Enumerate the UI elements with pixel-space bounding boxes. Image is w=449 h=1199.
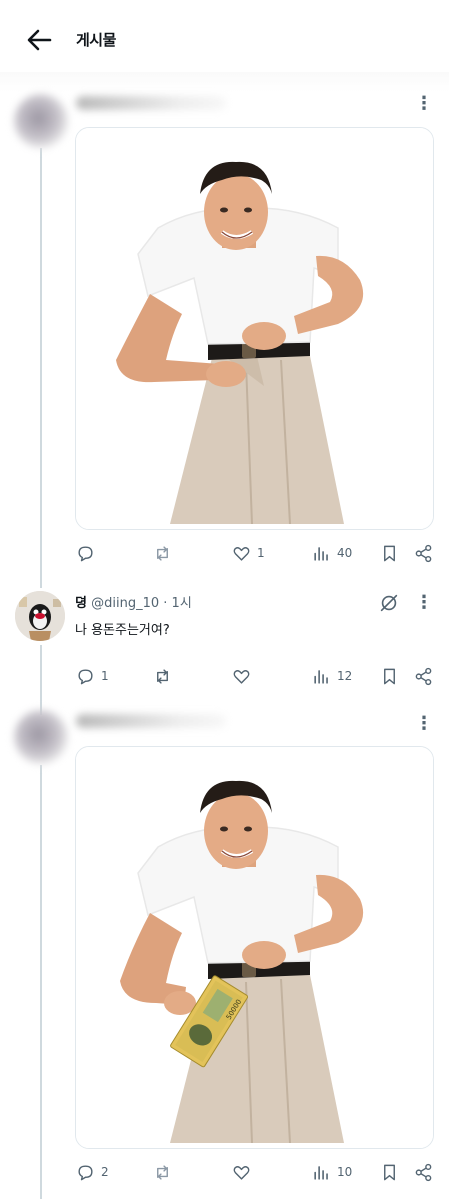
reply-button[interactable]: [76, 543, 101, 563]
repost-icon: [157, 1164, 168, 1180]
like-count: 1: [257, 546, 265, 560]
views-icon: [314, 1165, 328, 1180]
reply-count: 1: [101, 669, 109, 683]
post-time[interactable]: 1시: [172, 596, 192, 611]
more-options-icon[interactable]: ⋮: [415, 594, 433, 612]
back-arrow-icon[interactable]: [26, 28, 52, 52]
repost-icon: [157, 668, 168, 684]
repost-button[interactable]: [153, 543, 178, 563]
views-count: 12: [337, 669, 353, 683]
blurred-avatar[interactable]: [14, 710, 68, 764]
share-icon: [415, 544, 432, 562]
heart-icon: [233, 1165, 250, 1180]
reply-text: 나 용돈주는거여?: [75, 623, 170, 638]
bookmark-button[interactable]: [380, 543, 399, 563]
header-divider: [0, 72, 449, 92]
man-with-money-photo: 50000: [76, 747, 433, 1148]
top-bar: 게시물: [0, 0, 449, 80]
repost-button[interactable]: [153, 1162, 178, 1182]
share-button[interactable]: [414, 1162, 433, 1182]
views-count: 10: [337, 1165, 353, 1179]
reply-icon: [78, 545, 93, 561]
heart-icon: [233, 669, 250, 684]
reply-button[interactable]: 2: [76, 1162, 109, 1182]
post-image[interactable]: 50000: [75, 746, 434, 1149]
more-options-icon[interactable]: ⋮: [415, 715, 433, 733]
like-button[interactable]: [232, 1162, 257, 1182]
post-image[interactable]: [75, 127, 434, 530]
bookmark-icon: [384, 668, 395, 684]
bookmark-button[interactable]: [380, 666, 399, 686]
reply-button[interactable]: 1: [76, 666, 109, 686]
reply-icon: [78, 1164, 93, 1180]
bookmark-icon: [384, 545, 395, 561]
views-icon: [314, 669, 328, 684]
repost-icon: [157, 545, 168, 561]
reply-count: 2: [101, 1165, 109, 1179]
blurred-username[interactable]: [76, 96, 226, 110]
bookmark-button[interactable]: [380, 1162, 399, 1182]
thread-line: [40, 645, 42, 715]
bookmark-icon: [384, 1164, 395, 1180]
time-separator: ·: [163, 596, 168, 611]
views-button[interactable]: 40: [312, 543, 352, 563]
man-photo: [76, 128, 433, 529]
views-button[interactable]: 10: [312, 1162, 352, 1182]
share-button[interactable]: [414, 666, 433, 686]
reply-icon: [78, 668, 93, 684]
like-button[interactable]: 1: [232, 543, 265, 563]
penguin-avatar-image: [15, 591, 65, 641]
heart-icon: [233, 546, 250, 561]
author-handle[interactable]: @diing_10: [91, 596, 159, 611]
share-button[interactable]: [414, 543, 433, 563]
author-name[interactable]: 뎡: [75, 596, 87, 611]
like-button[interactable]: [232, 666, 257, 686]
share-icon: [415, 1163, 432, 1181]
blurred-avatar[interactable]: [14, 94, 68, 148]
page-title: 게시물: [76, 31, 116, 49]
grok-icon[interactable]: [378, 592, 400, 614]
repost-button[interactable]: [153, 666, 178, 686]
thread-line: [40, 148, 42, 588]
views-button[interactable]: 12: [312, 666, 352, 686]
share-icon: [415, 667, 432, 685]
reply-author[interactable]: 뎡 @diing_10 · 1시: [75, 592, 192, 611]
more-options-icon[interactable]: ⋮: [415, 95, 433, 113]
avatar[interactable]: [15, 591, 65, 641]
blurred-username[interactable]: [76, 714, 226, 728]
views-count: 40: [337, 546, 353, 560]
views-icon: [314, 546, 328, 561]
thread-line: [40, 765, 42, 1199]
